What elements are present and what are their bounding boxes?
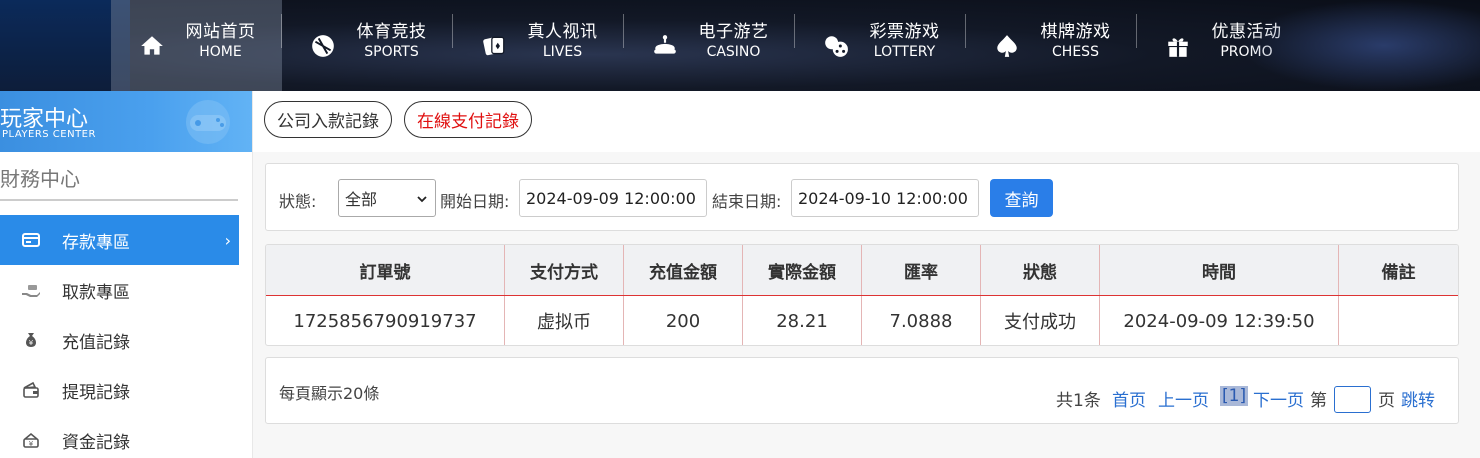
tab-online-payment-record[interactable]: 在線支付記錄 (404, 101, 532, 138)
nav-casino-cn: 电子游艺 (698, 21, 769, 42)
nav-item-casino[interactable]: 电子游艺 CASINO (624, 0, 795, 91)
nav-item-lives[interactable]: 真人视讯 LIVES (453, 0, 624, 91)
filter-panel: 狀態: 全部 開始日期: 2024-09-09 12:00:00 結束日期: 2… (265, 163, 1459, 231)
current-page: [1] (1220, 386, 1249, 406)
column-header: 狀態 (981, 245, 1100, 295)
recharge-amount-cell: 200 (624, 296, 743, 345)
status-cell: 支付成功 (981, 296, 1100, 345)
nav-home-cn: 网站首页 (185, 21, 256, 42)
players-center-subtitle: PLAYERS CENTER (2, 129, 96, 140)
nav-casino-en: CASINO (706, 44, 761, 61)
jump-link[interactable]: 跳转 (1401, 386, 1435, 411)
column-header: 支付方式 (505, 245, 624, 295)
dice-icon (822, 32, 850, 60)
finance-divider (0, 199, 238, 201)
nav-sports-en: SPORTS (364, 44, 419, 61)
nav-item-lottery[interactable]: 彩票游戏 LOTTERY (795, 0, 966, 91)
nav-item-home[interactable]: 网站首页 HOME (111, 0, 282, 91)
next-page-link[interactable]: 下一页 (1253, 386, 1304, 411)
finance-menu: 存款專區 › 取款專區 ¥ 充值記錄 提現記錄 ¥ 資金記錄 (0, 215, 239, 458)
page-suffix: 页 (1378, 391, 1395, 411)
ball-icon (309, 32, 337, 60)
sidebar-item-deposit[interactable]: 存款專區 › (0, 215, 239, 265)
nav-item-promo[interactable]: 优惠活动 PROMO (1137, 0, 1308, 91)
nav-home-en: HOME (199, 44, 242, 61)
sidebar-item-withdraw-record[interactable]: 提現記錄 (0, 365, 239, 415)
nav-chess-cn: 棋牌游戏 (1040, 21, 1111, 42)
nav-items: 网站首页 HOME 体育竞技 SPORTS 真人视讯 LIVES 电子游艺 CASINO (111, 0, 1308, 91)
end-date-input[interactable]: 2024-09-10 12:00:00 (791, 179, 979, 217)
sidebar: 玩家中心 PLAYERS CENTER 財務中心 存款專區 › 取款專區 ¥ 充… (0, 91, 253, 458)
nav-chess-en: CHESS (1052, 44, 1099, 61)
payment-method-cell: 虚拟币 (505, 296, 624, 345)
wallet-icon (20, 379, 42, 401)
chevron-right-icon: › (224, 231, 231, 250)
deposit-card-icon (20, 229, 42, 251)
finance-center-title: 財務中心 (0, 167, 80, 191)
chevron-down-icon (417, 196, 427, 203)
column-header: 備註 (1381, 262, 1416, 283)
column-header: 時間 (1100, 245, 1339, 295)
sidebar-item-recharge-record[interactable]: ¥ 充值記錄 (0, 315, 239, 365)
time-cell: 2024-09-09 12:39:50 (1100, 296, 1339, 345)
nav-sports-cn: 体育竞技 (356, 21, 427, 42)
cards-icon (480, 32, 508, 60)
withdraw-hand-icon (20, 279, 42, 301)
nav-lottery-cn: 彩票游戏 (869, 21, 940, 42)
svg-text:¥: ¥ (29, 339, 34, 347)
players-center-banner: 玩家中心 PLAYERS CENTER (0, 91, 252, 152)
per-page-text: 每頁顯示20條 (279, 384, 380, 403)
slot-icon (651, 32, 679, 60)
spade-icon (993, 32, 1021, 60)
money-bag-icon: ¥ (20, 329, 42, 351)
start-date-label: 開始日期: (440, 192, 510, 211)
actual-amount-cell: 28.21 (743, 296, 862, 345)
table-header: 訂單號 支付方式 充值金額 實際金額 匯率 狀態 時間 備註 (266, 245, 1458, 296)
sidebar-item-funds-record[interactable]: ¥ 資金記錄 (0, 415, 239, 458)
sidebar-item-label: 充值記錄 (62, 332, 130, 353)
gift-icon (1164, 32, 1192, 60)
query-button[interactable]: 查詢 (990, 179, 1053, 217)
start-date-input[interactable]: 2024-09-09 12:00:00 (519, 179, 707, 217)
column-header: 訂單號 (266, 245, 505, 295)
exchange-rate-cell: 7.0888 (862, 296, 981, 345)
nav-promo-en: PROMO (1220, 44, 1273, 61)
gamepad-icon (186, 100, 230, 144)
svg-text:¥: ¥ (29, 440, 34, 448)
home-icon (138, 32, 166, 60)
total-count: 共1条 (1056, 391, 1101, 411)
records-table: 訂單號 支付方式 充值金額 實際金額 匯率 狀態 時間 備註 172585679… (265, 244, 1459, 346)
nav-lives-en: LIVES (542, 44, 583, 61)
prev-page-link[interactable]: 上一页 (1158, 386, 1209, 411)
column-header: 實際金額 (743, 245, 862, 295)
status-select-value: 全部 (345, 190, 378, 209)
nav-item-sports[interactable]: 体育竞技 SPORTS (282, 0, 453, 91)
column-header: 匯率 (862, 245, 981, 295)
remark-cell (1339, 296, 1458, 345)
sidebar-item-label: 存款專區 (62, 232, 130, 253)
nav-promo-cn: 优惠活动 (1211, 21, 1282, 42)
end-date-label: 結束日期: (712, 192, 782, 211)
top-nav: 网站首页 HOME 体育竞技 SPORTS 真人视讯 LIVES 电子游艺 CASINO (0, 0, 1480, 91)
nav-lottery-en: LOTTERY (873, 44, 936, 61)
column-header: 充值金額 (624, 245, 743, 295)
page-number-input[interactable] (1334, 386, 1371, 413)
tab-company-deposit-record[interactable]: 公司入款記錄 (264, 101, 392, 138)
page-prefix: 第 (1310, 391, 1327, 411)
sidebar-item-label: 取款專區 (62, 282, 130, 303)
sidebar-item-label: 資金記錄 (62, 432, 130, 453)
table-row: 1725856790919737 虚拟币 200 28.21 7.0888 支付… (266, 296, 1458, 345)
status-select[interactable]: 全部 (338, 179, 436, 217)
first-page-link[interactable]: 首页 (1112, 386, 1146, 411)
nav-lives-cn: 真人视讯 (527, 21, 598, 42)
funds-icon: ¥ (20, 429, 42, 451)
nav-item-chess[interactable]: 棋牌游戏 CHESS (966, 0, 1137, 91)
status-label: 狀態: (279, 192, 317, 211)
order-number-cell: 1725856790919737 (266, 296, 505, 345)
record-tabs: 公司入款記錄 在線支付記錄 (253, 91, 1480, 152)
sidebar-item-label: 提現記錄 (62, 382, 130, 403)
pagination-panel: 每頁顯示20條 共1条 首页 上一页 [1] 下一页 第 页 跳转 (265, 357, 1459, 424)
sidebar-item-withdraw[interactable]: 取款專區 (0, 265, 239, 315)
